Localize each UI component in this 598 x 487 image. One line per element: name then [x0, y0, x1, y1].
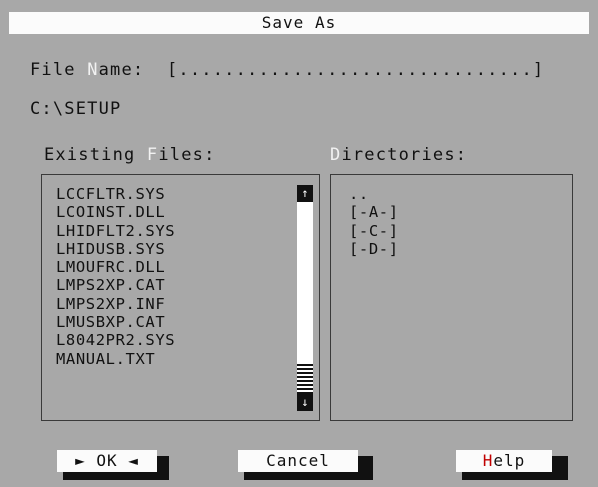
file-list-scrollbar[interactable]: ↑ ↓ [297, 185, 313, 411]
directories-hotkey: D [330, 145, 342, 165]
existing-files-hotkey: F [146, 145, 159, 165]
file-list-item[interactable]: L8042PR2.SYS [56, 331, 175, 349]
existing-files-label-pre: Existing [44, 145, 147, 165]
existing-files-label: Existing Files: [44, 145, 216, 165]
directories-label-post: irectories: [341, 145, 468, 165]
file-name-input[interactable]: [...............................] [167, 60, 544, 80]
file-list-item[interactable]: LMPS2XP.INF [56, 295, 175, 313]
file-list-item[interactable]: LMPS2XP.CAT [56, 276, 175, 294]
directories-label: Directories: [330, 145, 467, 165]
help-label-rest: elp [493, 451, 526, 470]
help-button[interactable]: Help [456, 450, 552, 472]
file-list-item[interactable]: LCCFLTR.SYS [56, 185, 175, 203]
help-button-wrapper: Help [456, 450, 568, 480]
current-path: C:\SETUP [30, 99, 122, 119]
file-name-hotkey: N [87, 60, 99, 80]
file-list-item[interactable]: LCOINST.DLL [56, 203, 175, 221]
directory-list-item[interactable]: .. [349, 185, 399, 203]
scroll-thumb[interactable] [297, 364, 313, 394]
directory-list-item[interactable]: [-D-] [349, 240, 399, 258]
scroll-down-arrow-icon[interactable]: ↓ [297, 394, 313, 411]
directory-list-item[interactable]: [-A-] [349, 203, 399, 221]
file-list-item[interactable]: LHIDUSB.SYS [56, 240, 175, 258]
cancel-button[interactable]: Cancel [238, 450, 358, 472]
file-list-item[interactable]: LHIDFLT2.SYS [56, 222, 175, 240]
directory-list-item[interactable]: [-C-] [349, 222, 399, 240]
ok-button-wrapper: ► OK ◄ [57, 450, 169, 480]
file-list-item[interactable]: LMUSBXP.CAT [56, 313, 175, 331]
directory-list: .. [-A-] [-C-] [-D-] [349, 185, 399, 258]
existing-files-label-post: iles: [158, 145, 216, 165]
file-list-item[interactable]: LMOUFRC.DLL [56, 258, 175, 276]
cancel-button-wrapper: Cancel [238, 450, 373, 480]
file-name-label: File Name: [30, 60, 144, 80]
dialog-title: Save As [9, 12, 589, 34]
ok-button[interactable]: ► OK ◄ [57, 450, 157, 472]
existing-files-listbox[interactable]: LCCFLTR.SYS LCOINST.DLL LHIDFLT2.SYS LHI… [41, 174, 320, 421]
file-name-label-pre: File [30, 60, 88, 80]
scroll-up-arrow-icon[interactable]: ↑ [297, 185, 313, 202]
file-name-label-post: ame: [98, 60, 145, 80]
help-hotkey: H [482, 451, 494, 470]
file-list-item[interactable]: MANUAL.TXT [56, 350, 175, 368]
directories-listbox[interactable]: .. [-A-] [-C-] [-D-] [330, 174, 573, 421]
file-list: LCCFLTR.SYS LCOINST.DLL LHIDFLT2.SYS LHI… [56, 185, 175, 368]
save-as-dialog: Save As File Name: [....................… [0, 0, 598, 487]
